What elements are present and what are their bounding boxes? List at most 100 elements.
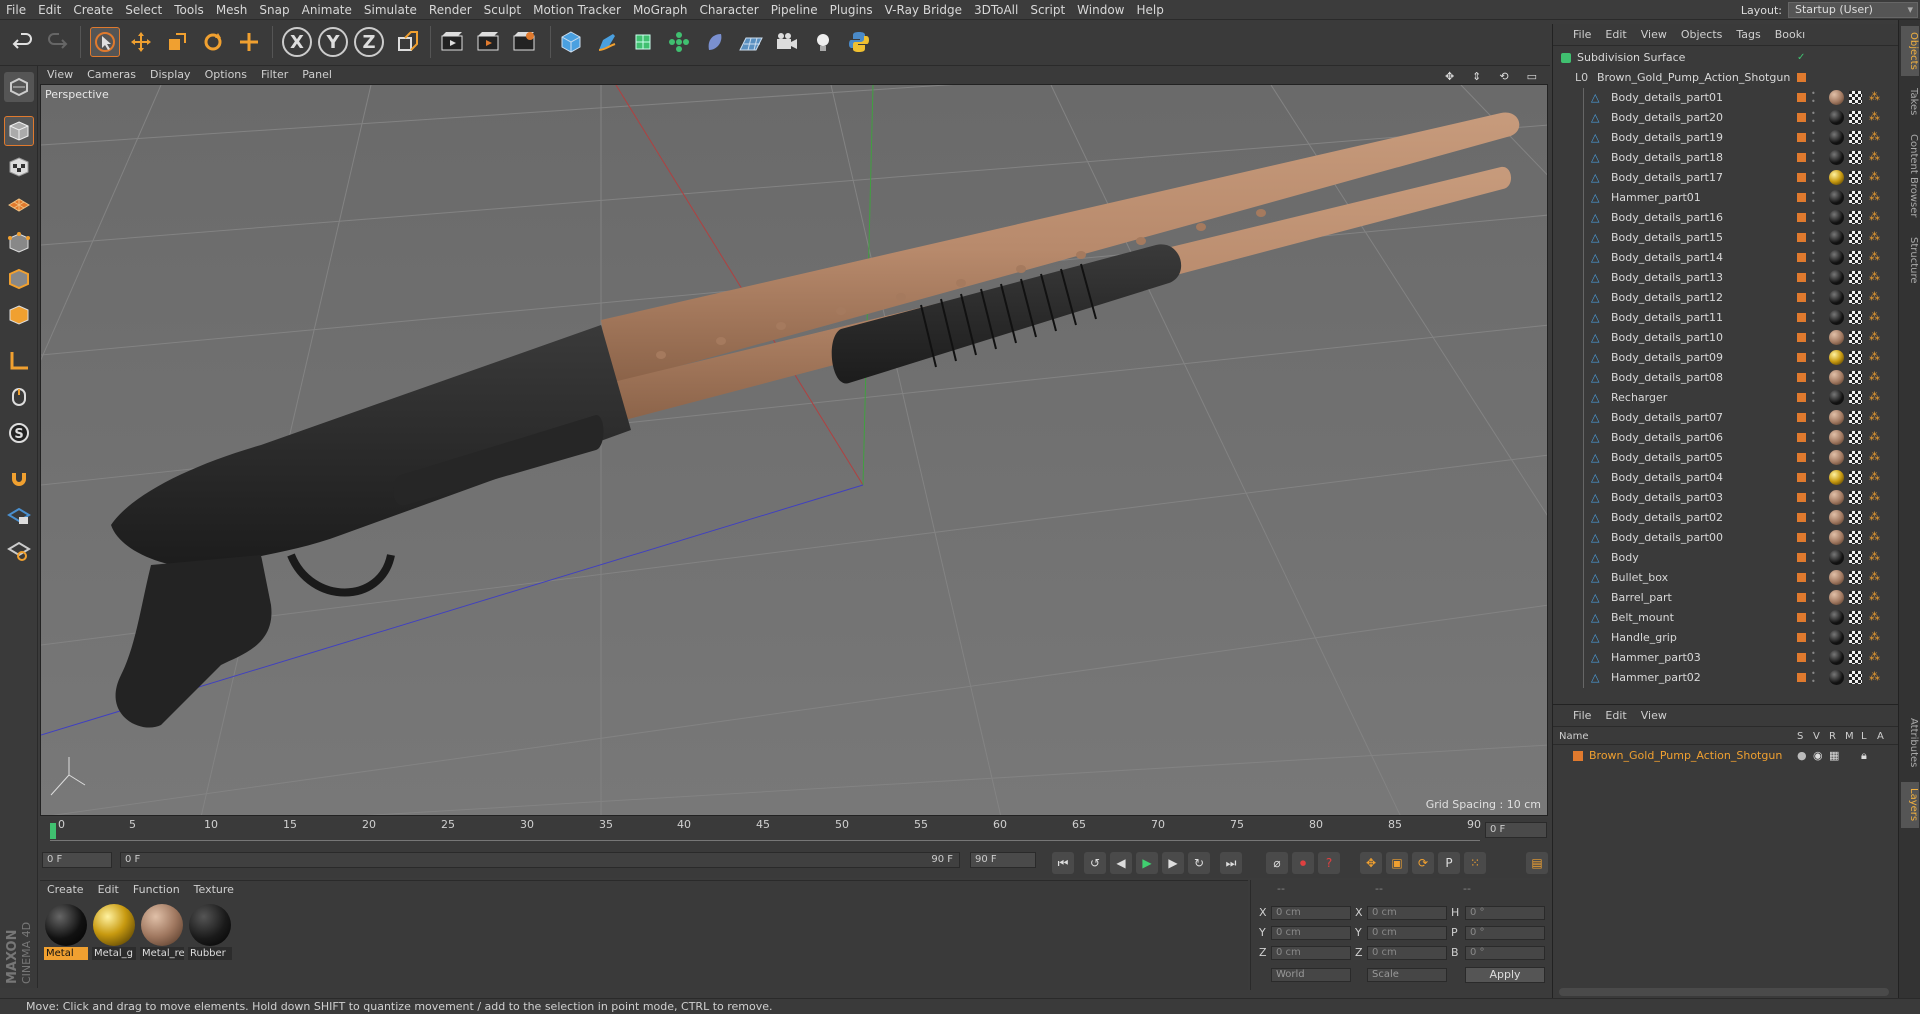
tree-row[interactable]: △ Body_details_part14 • • ⁂: [1553, 248, 1899, 268]
visibility-dots-icon[interactable]: • •: [1811, 430, 1816, 446]
layer-scrollbar[interactable]: [1559, 988, 1889, 996]
material-tag-icon[interactable]: [1829, 450, 1844, 465]
layer-row[interactable]: Brown_Gold_Pump_Action_Shotgun ● ◉ ▦ 🔒︎: [1553, 747, 1899, 765]
selection-tag-icon[interactable]: ⁂: [1869, 210, 1880, 223]
layer-color-swatch[interactable]: [1797, 313, 1806, 322]
go-to-end-icon[interactable]: ⏭: [1220, 852, 1242, 874]
axis-mode-icon[interactable]: [4, 346, 34, 376]
visibility-dots-icon[interactable]: • •: [1811, 90, 1816, 106]
texture-tag-icon[interactable]: [1849, 531, 1862, 544]
mat-menu-function[interactable]: Function: [126, 881, 187, 899]
layout-select[interactable]: Startup (User): [1788, 2, 1918, 18]
layer-color-swatch[interactable]: [1797, 353, 1806, 362]
layer-color-swatch[interactable]: [1797, 193, 1806, 202]
layer-color-swatch[interactable]: [1797, 253, 1806, 262]
visibility-check-icon[interactable]: ✓: [1797, 52, 1805, 63]
selection-tag-icon[interactable]: ⁂: [1869, 530, 1880, 543]
y-axis-icon[interactable]: Y: [318, 27, 348, 57]
tree-row[interactable]: △ Body_details_part00 • • ⁂: [1553, 528, 1899, 548]
selection-tag-icon[interactable]: ⁂: [1869, 230, 1880, 243]
lm-menu-file[interactable]: File: [1553, 705, 1598, 727]
selection-tag-icon[interactable]: ⁂: [1869, 470, 1880, 483]
menu-window[interactable]: Window: [1071, 0, 1130, 20]
layer-visible-icon[interactable]: ◉: [1813, 749, 1823, 762]
vp-menu-view[interactable]: View: [40, 66, 80, 84]
texture-tag-icon[interactable]: [1849, 391, 1862, 404]
rotation-p-field[interactable]: 0 °: [1465, 926, 1545, 940]
coord-system-select[interactable]: World: [1271, 968, 1351, 982]
camera-icon[interactable]: [772, 27, 802, 57]
lm-menu-view[interactable]: View: [1634, 705, 1674, 727]
tab-objects[interactable]: Objects: [1901, 26, 1919, 76]
texture-tag-icon[interactable]: [1849, 291, 1862, 304]
material-tag-icon[interactable]: [1829, 630, 1844, 645]
material-tag-icon[interactable]: [1829, 590, 1844, 605]
texture-tag-icon[interactable]: [1849, 311, 1862, 324]
make-editable-icon[interactable]: [4, 72, 34, 102]
material-tag-icon[interactable]: [1829, 670, 1844, 685]
texture-mode-icon[interactable]: [4, 152, 34, 182]
go-to-start-icon[interactable]: ⏮: [1052, 852, 1074, 874]
material-tag-icon[interactable]: [1829, 510, 1844, 525]
tree-row[interactable]: △ Body_details_part07 • • ⁂: [1553, 408, 1899, 428]
material-tag-icon[interactable]: [1829, 170, 1844, 185]
material-tag-icon[interactable]: [1829, 650, 1844, 665]
om-menu-edit[interactable]: Edit: [1598, 24, 1633, 46]
texture-tag-icon[interactable]: [1849, 171, 1862, 184]
tree-row[interactable]: △ Body_details_part13 • • ⁂: [1553, 268, 1899, 288]
tree-row[interactable]: △ Body_details_part09 • • ⁂: [1553, 348, 1899, 368]
material-tag-icon[interactable]: [1829, 370, 1844, 385]
texture-tag-icon[interactable]: [1849, 551, 1862, 564]
menu-edit[interactable]: Edit: [32, 0, 67, 20]
tab-content-browser[interactable]: Content Browser: [1901, 126, 1919, 226]
tree-row[interactable]: △ Body_details_part04 • • ⁂: [1553, 468, 1899, 488]
tree-row[interactable]: △ Body_details_part10 • • ⁂: [1553, 328, 1899, 348]
menu-select[interactable]: Select: [119, 0, 168, 20]
selection-tag-icon[interactable]: ⁂: [1869, 490, 1880, 503]
layer-color-swatch[interactable]: [1797, 113, 1806, 122]
texture-tag-icon[interactable]: [1849, 251, 1862, 264]
material-tag-icon[interactable]: [1829, 490, 1844, 505]
tree-row[interactable]: △ Body_details_part20 • • ⁂: [1553, 108, 1899, 128]
selection-tag-icon[interactable]: ⁂: [1869, 170, 1880, 183]
timeline-icon[interactable]: ▤: [1526, 852, 1548, 874]
position-y-field[interactable]: 0 cm: [1271, 926, 1351, 940]
visibility-dots-icon[interactable]: • •: [1811, 610, 1816, 626]
key-scale-icon[interactable]: ▣: [1386, 852, 1408, 874]
texture-tag-icon[interactable]: [1849, 451, 1862, 464]
texture-tag-icon[interactable]: [1849, 231, 1862, 244]
tree-row[interactable]: △ Hammer_part01 • • ⁂: [1553, 188, 1899, 208]
selection-tag-icon[interactable]: ⁂: [1869, 390, 1880, 403]
texture-tag-icon[interactable]: [1849, 431, 1862, 444]
key-parameter-icon[interactable]: P: [1438, 852, 1460, 874]
tree-row[interactable]: △ Body_details_part12 • • ⁂: [1553, 288, 1899, 308]
layer-color-swatch[interactable]: [1797, 573, 1806, 582]
solo-mode-icon[interactable]: S: [4, 418, 34, 448]
tab-attributes[interactable]: Attributes: [1901, 710, 1919, 776]
tree-row-subdivision-surface[interactable]: Subdivision Surface ✓: [1553, 48, 1899, 68]
layer-color-swatch[interactable]: [1797, 293, 1806, 302]
om-menu-file[interactable]: File: [1553, 24, 1598, 46]
menu-render[interactable]: Render: [423, 0, 478, 20]
workplane-lock-icon[interactable]: [4, 500, 34, 530]
visibility-dots-icon[interactable]: • •: [1811, 110, 1816, 126]
texture-tag-icon[interactable]: [1849, 611, 1862, 624]
material-swatch-metal-g[interactable]: Metal_g: [92, 903, 136, 961]
layer-solo-icon[interactable]: ●: [1797, 749, 1807, 762]
layer-color-swatch[interactable]: [1797, 673, 1806, 682]
coordinate-system-icon[interactable]: [392, 27, 422, 57]
material-tag-icon[interactable]: [1829, 470, 1844, 485]
menu-sculpt[interactable]: Sculpt: [478, 0, 527, 20]
layer-color-swatch[interactable]: [1797, 273, 1806, 282]
visibility-dots-icon[interactable]: • •: [1811, 390, 1816, 406]
layer-color-swatch[interactable]: [1797, 453, 1806, 462]
texture-tag-icon[interactable]: [1849, 651, 1862, 664]
layer-color-swatch[interactable]: [1797, 413, 1806, 422]
layer-color-swatch[interactable]: [1797, 153, 1806, 162]
next-key-icon[interactable]: ↻: [1188, 852, 1210, 874]
material-tag-icon[interactable]: [1829, 550, 1844, 565]
cube-icon[interactable]: [556, 27, 586, 57]
texture-tag-icon[interactable]: [1849, 351, 1862, 364]
tree-row[interactable]: △ Body_details_part16 • • ⁂: [1553, 208, 1899, 228]
selection-tag-icon[interactable]: ⁂: [1869, 150, 1880, 163]
